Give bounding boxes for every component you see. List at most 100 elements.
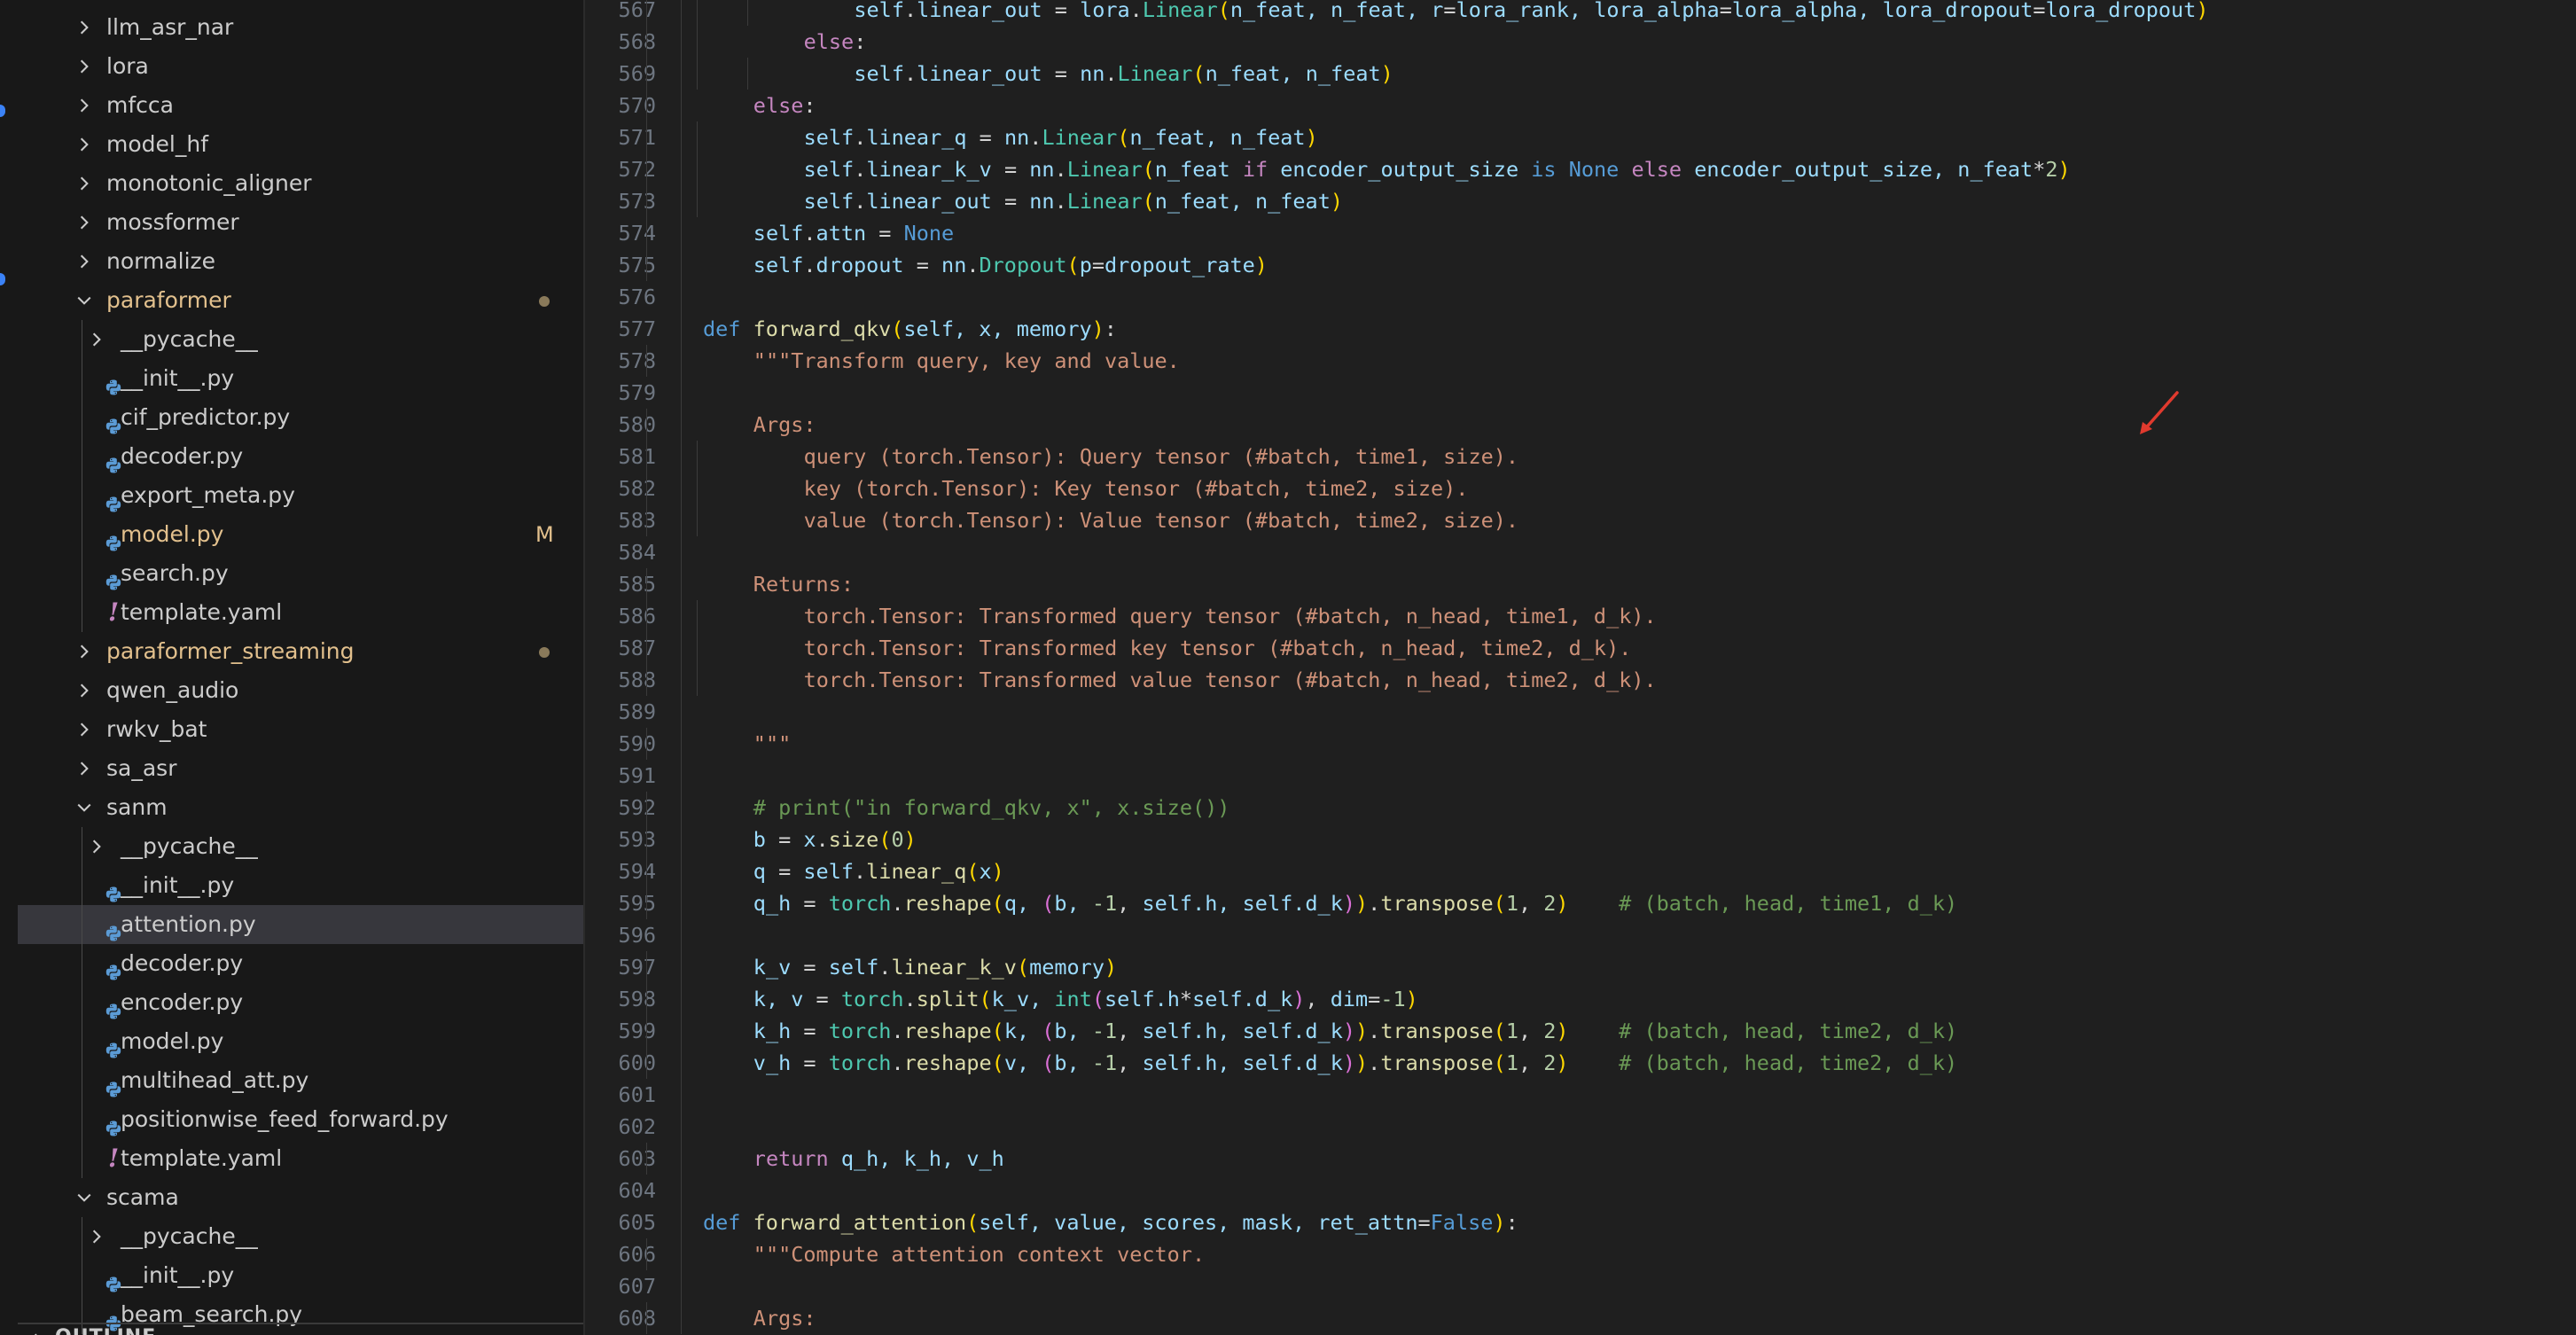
chevron-right-icon[interactable] — [71, 8, 98, 47]
folder-item-monotonic-aligner[interactable]: monotonic_aligner — [18, 164, 583, 203]
file-item-attention-py[interactable]: attention.py — [18, 905, 583, 944]
file-item-positionwise-feed-forward-py[interactable]: positionwise_feed_forward.py — [18, 1100, 583, 1139]
file-item-decoder-py[interactable]: decoder.py — [18, 944, 583, 983]
file-item-decoder-py[interactable]: decoder.py — [18, 437, 583, 476]
file-item-encoder-py[interactable]: encoder.py — [18, 983, 583, 1022]
code-token: ) — [1305, 125, 1318, 150]
code-line[interactable]: 602 — [585, 1111, 2576, 1143]
code-line[interactable]: 608 Args: — [585, 1302, 2576, 1334]
code-line[interactable]: 581 query (torch.Tensor): Query tensor (#… — [585, 441, 2576, 472]
code-line[interactable]: 586 torch.Tensor: Transformed query tenso… — [585, 600, 2576, 632]
code-token: . — [891, 1019, 904, 1043]
code-line[interactable]: 585 Returns: — [585, 568, 2576, 600]
code-line[interactable]: 572 self.linear_k_v = nn.Linear(n_feat if… — [585, 153, 2576, 185]
chevron-right-icon[interactable] — [71, 86, 98, 125]
code-line[interactable]: 580 Args: — [585, 409, 2576, 441]
folder-item-pycache[interactable]: __pycache__ — [18, 1217, 583, 1256]
code-line[interactable]: 587 torch.Tensor: Transformed key tensor … — [585, 632, 2576, 664]
chevron-right-icon[interactable] — [71, 164, 98, 203]
code-line[interactable]: 575 self.dropout = nn.Dropout(p=dropout_r… — [585, 249, 2576, 281]
file-item-model-py[interactable]: model.py — [18, 1022, 583, 1061]
code-line[interactable]: 593 b = x.size(0) — [585, 824, 2576, 855]
folder-item-scama[interactable]: scama — [18, 1178, 583, 1217]
code-line[interactable]: 568 else: — [585, 26, 2576, 58]
code-line[interactable]: 570 else: — [585, 90, 2576, 121]
code-line[interactable]: 598 k, v = torch.split(k_v, int(self.h*se… — [585, 983, 2576, 1015]
folder-item-rwkv-bat[interactable]: rwkv_bat — [18, 710, 583, 749]
code-line[interactable]: 574 self.attn = None — [585, 217, 2576, 249]
code-line[interactable]: 590 """ — [585, 728, 2576, 760]
code-line[interactable]: 591 — [585, 760, 2576, 792]
code-line[interactable]: 588 torch.Tensor: Transformed value tenso… — [585, 664, 2576, 696]
code-line[interactable]: 606 """Compute attention context vector. — [585, 1238, 2576, 1270]
file-item-search-py[interactable]: search.py — [18, 554, 583, 593]
chevron-right-icon[interactable] — [71, 671, 98, 710]
code-line[interactable]: 592 # print("in forward_qkv, x", x.size()… — [585, 792, 2576, 824]
file-item-init-py[interactable]: __init__.py — [18, 866, 583, 905]
code-line[interactable]: 597 k_v = self.linear_k_v(memory) — [585, 951, 2576, 983]
file-item-model-py[interactable]: model.py M — [18, 515, 583, 554]
folder-item-paraformer[interactable]: paraformer — [18, 281, 583, 320]
code-line[interactable]: 607 — [585, 1270, 2576, 1302]
code-token: ) — [1556, 1019, 1569, 1043]
code-line[interactable]: 579 — [585, 377, 2576, 409]
code-line[interactable]: 573 self.linear_out = nn.Linear(n_feat, n… — [585, 185, 2576, 217]
chevron-right-icon[interactable] — [71, 47, 98, 86]
code-line[interactable]: 577 def forward_qkv(self, x, memory): — [585, 313, 2576, 345]
folder-item-mossformer[interactable]: mossformer — [18, 203, 583, 242]
code-line[interactable]: 582 key (torch.Tensor): Key tensor (#batc… — [585, 472, 2576, 504]
chevron-right-icon[interactable] — [83, 320, 110, 359]
code-line[interactable]: 604 — [585, 1175, 2576, 1206]
code-line[interactable]: 583 value (torch.Tensor): Value tensor (#… — [585, 504, 2576, 536]
code-line[interactable]: 599 k_h = torch.reshape(k, (b, -1, self.h… — [585, 1015, 2576, 1047]
file-item-multihead-att-py[interactable]: multihead_att.py — [18, 1061, 583, 1100]
code-editor[interactable]: 567 self.linear_out = lora.Linear(n_feat,… — [585, 0, 2576, 1335]
code-line[interactable]: 589 — [585, 696, 2576, 728]
code-token: , — [1117, 1019, 1143, 1043]
code-line[interactable]: 600 v_h = torch.reshape(v, (b, -1, self.h… — [585, 1047, 2576, 1079]
chevron-right-icon[interactable] — [71, 203, 98, 242]
folder-item-sa-asr[interactable]: sa_asr — [18, 749, 583, 788]
code-line[interactable]: 571 self.linear_q = nn.Linear(n_feat, n_f… — [585, 121, 2576, 153]
chevron-down-icon[interactable] — [71, 1178, 98, 1217]
file-item-cif-predictor-py[interactable]: cif_predictor.py — [18, 398, 583, 437]
file-item-export-meta-py[interactable]: export_meta.py — [18, 476, 583, 515]
file-item-template-yaml[interactable]: ! template.yaml — [18, 1139, 583, 1178]
folder-item-paraformer-streaming[interactable]: paraformer_streaming — [18, 632, 583, 671]
folder-item-pycache[interactable]: __pycache__ — [18, 827, 583, 866]
code-line[interactable]: 584 — [585, 536, 2576, 568]
chevron-right-icon[interactable] — [83, 827, 110, 866]
outline-section-header[interactable]: OUTLINE — [18, 1323, 583, 1335]
chevron-right-icon[interactable] — [71, 242, 98, 281]
chevron-right-icon[interactable] — [71, 125, 98, 164]
code-token: self — [1142, 891, 1193, 916]
folder-item-pycache[interactable]: __pycache__ — [18, 320, 583, 359]
chevron-down-icon[interactable] — [71, 281, 98, 320]
code-line[interactable]: 594 q = self.linear_q(x) — [585, 855, 2576, 887]
python-file-icon — [105, 1267, 122, 1292]
folder-item-sanm[interactable]: sanm — [18, 788, 583, 827]
code-line[interactable]: 595 q_h = torch.reshape(q, (b, -1, self.h… — [585, 887, 2576, 919]
chevron-right-icon[interactable] — [83, 1217, 110, 1256]
file-item-init-py[interactable]: __init__.py — [18, 359, 583, 398]
code-line[interactable]: 603 return q_h, k_h, v_h — [585, 1143, 2576, 1175]
code-line[interactable]: 567 self.linear_out = lora.Linear(n_feat,… — [585, 0, 2576, 26]
folder-item-lora[interactable]: lora — [18, 47, 583, 86]
code-line[interactable]: 576 — [585, 281, 2576, 313]
chevron-right-icon[interactable] — [71, 632, 98, 671]
file-item-init-py[interactable]: __init__.py — [18, 1256, 583, 1295]
code-line[interactable]: 596 — [585, 919, 2576, 951]
folder-item-model-hf[interactable]: model_hf — [18, 125, 583, 164]
chevron-down-icon[interactable] — [71, 788, 98, 827]
code-line[interactable]: 605 def forward_attention(self, value, sc… — [585, 1206, 2576, 1238]
code-line[interactable]: 601 — [585, 1079, 2576, 1111]
folder-item-mfcca[interactable]: mfcca — [18, 86, 583, 125]
code-line[interactable]: 569 self.linear_out = nn.Linear(n_feat, n… — [585, 58, 2576, 90]
file-item-template-yaml[interactable]: ! template.yaml — [18, 593, 583, 632]
chevron-right-icon[interactable] — [71, 710, 98, 749]
chevron-right-icon[interactable] — [71, 749, 98, 788]
folder-item-llm-asr-nar[interactable]: llm_asr_nar — [18, 8, 583, 47]
folder-item-qwen-audio[interactable]: qwen_audio — [18, 671, 583, 710]
code-line[interactable]: 578 """Transform query, key and value. — [585, 345, 2576, 377]
folder-item-normalize[interactable]: normalize — [18, 242, 583, 281]
